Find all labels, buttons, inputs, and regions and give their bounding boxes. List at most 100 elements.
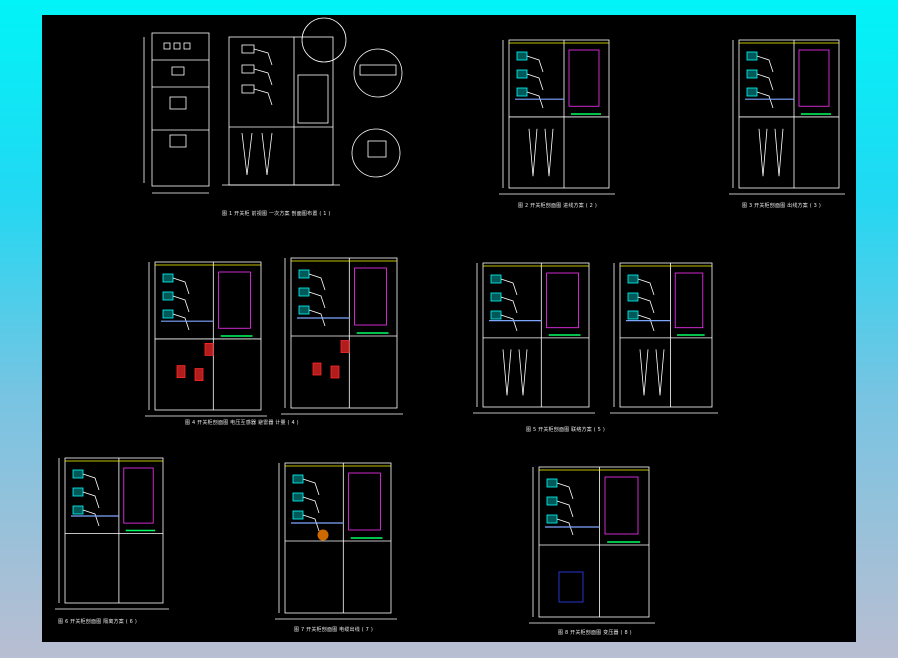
current-transformer xyxy=(758,128,768,177)
bushing-cyan xyxy=(546,496,558,506)
cable-window xyxy=(169,134,187,148)
detail-terminal xyxy=(367,140,387,158)
conductor-line xyxy=(756,55,774,73)
detail-circle xyxy=(301,17,347,63)
cabinet-section-view xyxy=(228,36,334,186)
conductor-line xyxy=(308,273,326,291)
conductor-line xyxy=(637,296,655,314)
meter-window xyxy=(183,42,191,50)
busbar-bushing xyxy=(241,44,255,54)
conductor-line xyxy=(82,491,100,509)
breaker-door xyxy=(354,267,387,326)
conductor-line xyxy=(637,314,655,332)
detail-circle xyxy=(353,48,403,98)
conductor-line xyxy=(756,73,774,91)
bushing-cyan xyxy=(298,305,310,315)
conductor-line xyxy=(526,91,544,109)
fuse-red xyxy=(312,362,322,376)
breaker-door xyxy=(123,467,154,524)
caption-drawing-1: 图 1 开关柜 前视图 一次方案 剖面图布置 ( 1 ) xyxy=(222,211,331,217)
breaker-door xyxy=(674,272,704,329)
bushing-cyan xyxy=(162,273,174,283)
detail-circle xyxy=(351,128,401,178)
current-transformer xyxy=(518,349,528,396)
bushing-cyan xyxy=(546,514,558,524)
caption-drawing-5: 图 5 开关柜剖面图 联络方案 ( 5 ) xyxy=(526,427,606,433)
bushing-cyan xyxy=(546,478,558,488)
detail-busbar xyxy=(359,64,397,76)
breaker-window xyxy=(169,96,187,110)
conductor-line xyxy=(172,313,190,331)
fuse-red xyxy=(204,342,214,356)
bushing-cyan xyxy=(292,492,304,502)
conductor-line xyxy=(526,55,544,73)
bushing-cyan xyxy=(627,274,639,284)
breaker-door xyxy=(604,476,639,535)
bushing-cyan xyxy=(162,291,174,301)
current-transformer xyxy=(528,128,538,177)
caption-drawing-7: 图 7 开关柜剖面图 电缆出线 ( 7 ) xyxy=(294,627,374,633)
bushing-cyan xyxy=(516,87,528,97)
bushing-cyan xyxy=(72,487,84,497)
drawing-canvas: 图 1 开关柜 前视图 一次方案 剖面图布置 ( 1 ) 图 2 开关柜剖面图 … xyxy=(42,15,856,642)
indicator-window xyxy=(171,66,185,76)
bushing-cyan xyxy=(746,87,758,97)
conductor-line xyxy=(556,482,574,500)
conductor-line xyxy=(500,314,518,332)
breaker-door xyxy=(218,271,251,329)
bushing-cyan xyxy=(627,292,639,302)
connection-line xyxy=(253,68,273,86)
current-transformer xyxy=(655,349,665,396)
cad-drawing xyxy=(55,17,845,624)
conductor-line xyxy=(500,278,518,296)
bushing-cyan xyxy=(72,505,84,515)
breaker-door xyxy=(348,472,381,531)
bushing-cyan xyxy=(627,310,639,320)
conductor-line xyxy=(82,473,100,491)
conductor-line xyxy=(500,296,518,314)
bushing-cyan xyxy=(490,310,502,320)
breaker-door xyxy=(798,49,830,107)
conductor-line xyxy=(172,277,190,295)
caption-drawing-2: 图 2 开关柜剖面图 进线方案 ( 2 ) xyxy=(518,203,598,209)
fuse-red xyxy=(194,368,204,381)
caption-drawing-4: 图 4 开关柜剖面图 电压互感器 避雷器 计量 ( 4 ) xyxy=(185,420,299,426)
meter-window xyxy=(173,42,181,50)
conductor-line xyxy=(82,509,100,527)
caption-drawing-6: 图 6 开关柜剖面图 隔离方案 ( 6 ) xyxy=(58,619,138,625)
connection-line xyxy=(253,88,273,106)
bushing-cyan xyxy=(516,51,528,61)
conductor-line xyxy=(302,478,320,496)
connection-line xyxy=(253,48,273,66)
cabinet-front-view xyxy=(151,32,210,187)
meter-window xyxy=(163,42,171,50)
conductor-line xyxy=(637,278,655,296)
conductor-line xyxy=(172,295,190,313)
fuse-red xyxy=(340,340,350,353)
current-transformer xyxy=(544,128,554,177)
busbar-bushing xyxy=(241,84,255,94)
breaker-compartment xyxy=(297,74,329,124)
transformer-blue xyxy=(558,571,584,603)
bushing-cyan xyxy=(72,469,84,479)
bushing-cyan xyxy=(298,287,310,297)
current-transformer xyxy=(639,349,649,396)
current-transformer xyxy=(261,132,273,176)
current-transformer xyxy=(774,128,784,177)
current-transformer xyxy=(241,132,253,176)
bushing-cyan xyxy=(746,69,758,79)
conductor-line xyxy=(526,73,544,91)
bushing-cyan xyxy=(292,474,304,484)
busbar-bushing xyxy=(241,64,255,74)
conductor-line xyxy=(756,91,774,109)
conductor-line xyxy=(302,496,320,514)
caption-drawing-3: 图 3 开关柜剖面图 出线方案 ( 3 ) xyxy=(742,203,822,209)
bushing-cyan xyxy=(490,292,502,302)
bushing-cyan xyxy=(292,510,304,520)
conductor-line xyxy=(556,500,574,518)
bushing-cyan xyxy=(162,309,174,319)
current-transformer xyxy=(502,349,512,396)
bushing-cyan xyxy=(298,269,310,279)
fuse-red xyxy=(176,365,186,379)
transformer-orange xyxy=(317,529,329,541)
